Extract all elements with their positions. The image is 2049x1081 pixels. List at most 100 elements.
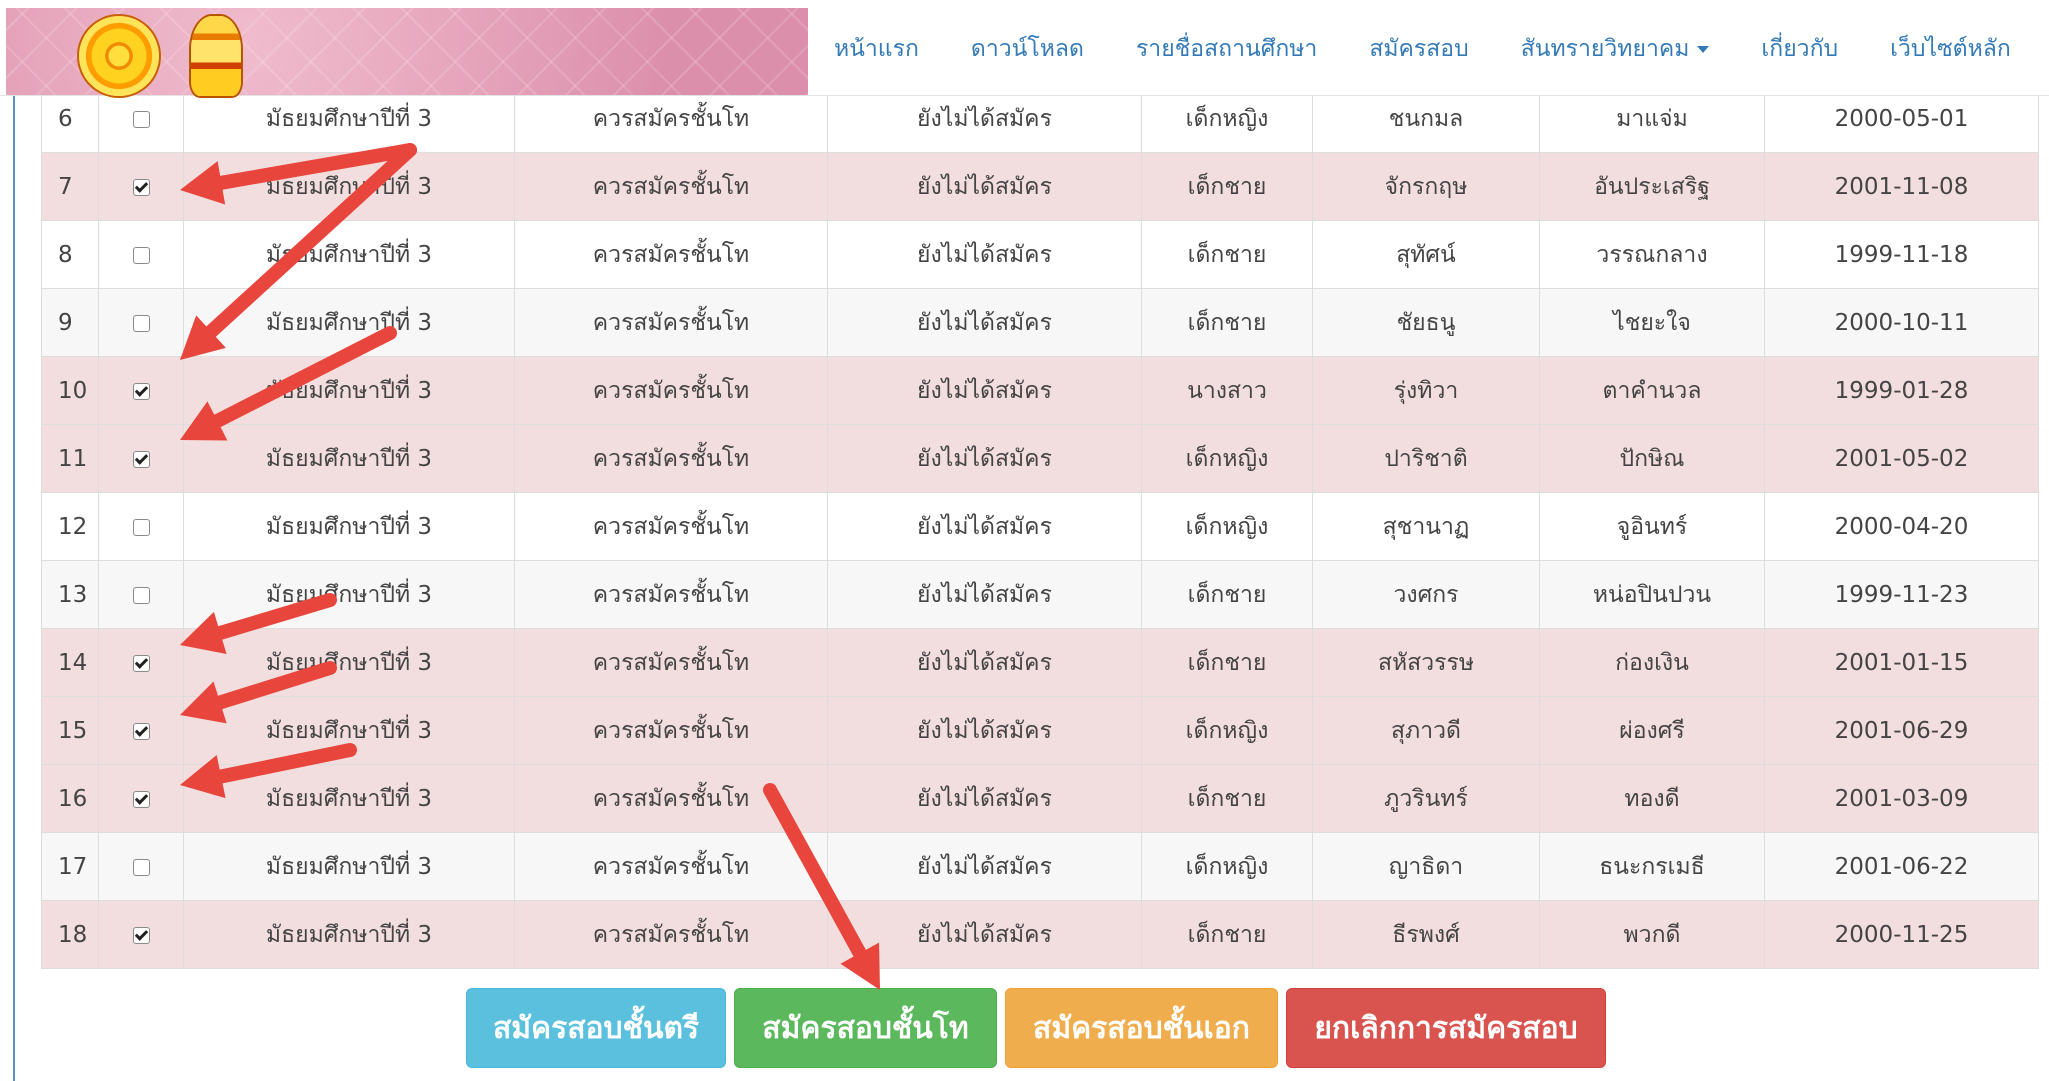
cell-level: มัธยมศึกษาปีที่ 3 [183,628,515,697]
cell-birthdate: 2001-06-22 [1764,832,2039,901]
nav-item-6[interactable]: เว็บไซต์หลัก [1890,31,2011,67]
cell-prefix: เด็กชาย [1141,288,1313,357]
cell-last-name: ปักษิณ [1539,424,1765,493]
cell-first-name: ญาธิดา [1312,832,1540,901]
cell-eligibility: ควรสมัครชั้นโท [514,356,828,425]
cell-eligibility: ควรสมัครชั้นโท [514,560,828,629]
row-number: 9 [41,288,99,357]
cell-prefix: เด็กชาย [1141,152,1313,221]
cell-first-name: สุชานาฏ [1312,492,1540,561]
cell-first-name: ธีรพงศ์ [1312,900,1540,969]
cell-first-name: ภูวรินทร์ [1312,764,1540,833]
select-checkbox[interactable] [132,450,150,468]
cell-last-name: จูอินทร์ [1539,492,1765,561]
student-table-container: 6 มัธยมศึกษาปีที่ 3 ควรสมัครชั้นโท ยังไม่ได… [41,84,2039,969]
cell-prefix: เด็กชาย [1141,560,1313,629]
nav-item-1[interactable]: ดาวน์โหลด [971,31,1084,67]
select-cell [98,764,184,833]
apply-doctor-exam-button[interactable]: สมัครสอบชั้นเอก [1005,988,1278,1068]
cell-first-name: ปาริชาติ [1312,424,1540,493]
cell-status: ยังไม่ได้สมัคร [827,220,1142,289]
student-row: 9 มัธยมศึกษาปีที่ 3 ควรสมัครชั้นโท ยังไม่ได… [41,288,2039,357]
student-row: 8 มัธยมศึกษาปีที่ 3 ควรสมัครชั้นโท ยังไม่ได… [41,220,2039,289]
cell-prefix: เด็กชาย [1141,628,1313,697]
cell-last-name: ทองดี [1539,764,1765,833]
cell-last-name: ตาคำนวล [1539,356,1765,425]
cell-eligibility: ควรสมัครชั้นโท [514,832,828,901]
select-checkbox[interactable] [132,110,150,128]
left-divider [13,95,15,1081]
cell-birthdate: 2000-10-11 [1764,288,2039,357]
cell-first-name: สุภาวดี [1312,696,1540,765]
student-row: 10 มัธยมศึกษาปีที่ 3 ควรสมัครชั้นโท ยังไม่ไ… [41,356,2039,425]
nav-item-2[interactable]: รายชื่อสถานศึกษา [1136,31,1317,67]
select-cell [98,356,184,425]
cell-prefix: เด็กหญิง [1141,696,1313,765]
select-checkbox[interactable] [132,858,150,876]
student-row: 11 มัธยมศึกษาปีที่ 3 ควรสมัครชั้นโท ยังไม่ไ… [41,424,2039,493]
select-checkbox[interactable] [132,178,150,196]
cell-eligibility: ควรสมัครชั้นโท [514,900,828,969]
cell-eligibility: ควรสมัครชั้นโท [514,764,828,833]
select-cell [98,424,184,493]
select-checkbox[interactable] [132,246,150,264]
cell-last-name: ผ่องศรี [1539,696,1765,765]
select-checkbox[interactable] [132,926,150,944]
cell-last-name: พวกดี [1539,900,1765,969]
dharma-wheel-emblem-icon [79,16,159,96]
ministry-seal-emblem-icon [191,16,241,96]
cell-eligibility: ควรสมัครชั้นโท [514,628,828,697]
row-number: 12 [41,492,99,561]
cell-birthdate: 1999-01-28 [1764,356,2039,425]
student-row: 18 มัธยมศึกษาปีที่ 3 ควรสมัครชั้นโท ยังไม่ไ… [41,900,2039,969]
nav-item-4[interactable]: สันทรายวิทยาคม [1521,31,1690,67]
cell-eligibility: ควรสมัครชั้นโท [514,696,828,765]
select-cell [98,288,184,357]
site-banner [6,8,808,96]
cell-prefix: เด็กหญิง [1141,492,1313,561]
cell-first-name: ชัยธนู [1312,288,1540,357]
select-checkbox[interactable] [132,586,150,604]
cell-birthdate: 2001-05-02 [1764,424,2039,493]
student-table: 6 มัธยมศึกษาปีที่ 3 ควรสมัครชั้นโท ยังไม่ได… [41,84,2039,969]
cell-eligibility: ควรสมัครชั้นโท [514,152,828,221]
apply-bachelor-exam-button[interactable]: สมัครสอบชั้นตรี [466,988,726,1068]
select-checkbox[interactable] [132,382,150,400]
cell-last-name: วรรณกลาง [1539,220,1765,289]
cell-birthdate: 2000-11-25 [1764,900,2039,969]
cell-birthdate: 1999-11-18 [1764,220,2039,289]
cell-status: ยังไม่ได้สมัคร [827,356,1142,425]
select-cell [98,832,184,901]
cell-first-name: จักรกฤษ [1312,152,1540,221]
cancel-application-button[interactable]: ยกเลิกการสมัครสอบ [1286,988,1606,1068]
select-cell [98,220,184,289]
select-checkbox[interactable] [132,314,150,332]
nav-item-5[interactable]: เกี่ยวกับ [1761,31,1838,67]
select-cell [98,696,184,765]
nav-item-3[interactable]: สมัครสอบ [1369,31,1468,67]
cell-level: มัธยมศึกษาปีที่ 3 [183,492,515,561]
select-checkbox[interactable] [132,722,150,740]
nav-item-0[interactable]: หน้าแรก [834,31,919,67]
cell-level: มัธยมศึกษาปีที่ 3 [183,152,515,221]
cell-level: มัธยมศึกษาปีที่ 3 [183,900,515,969]
top-navbar: หน้าแรก ดาวน์โหลด รายชื่อสถานศึกษา สมัครสอบ… [0,0,2049,96]
student-row: 7 มัธยมศึกษาปีที่ 3 ควรสมัครชั้นโท ยังไม่ได… [41,152,2039,221]
cell-level: มัธยมศึกษาปีที่ 3 [183,832,515,901]
cell-status: ยังไม่ได้สมัคร [827,696,1142,765]
select-cell [98,152,184,221]
cell-level: มัธยมศึกษาปีที่ 3 [183,764,515,833]
apply-master-exam-button[interactable]: สมัครสอบชั้นโท [734,988,997,1068]
select-checkbox[interactable] [132,654,150,672]
cell-birthdate: 2001-06-29 [1764,696,2039,765]
cell-last-name: ธนะกรเมธี [1539,832,1765,901]
select-checkbox[interactable] [132,790,150,808]
caret-down-icon [1697,45,1710,53]
cell-status: ยังไม่ได้สมัคร [827,560,1142,629]
select-checkbox[interactable] [132,518,150,536]
cell-status: ยังไม่ได้สมัคร [827,832,1142,901]
cell-eligibility: ควรสมัครชั้นโท [514,424,828,493]
cell-status: ยังไม่ได้สมัคร [827,628,1142,697]
cell-status: ยังไม่ได้สมัคร [827,900,1142,969]
cell-status: ยังไม่ได้สมัคร [827,152,1142,221]
